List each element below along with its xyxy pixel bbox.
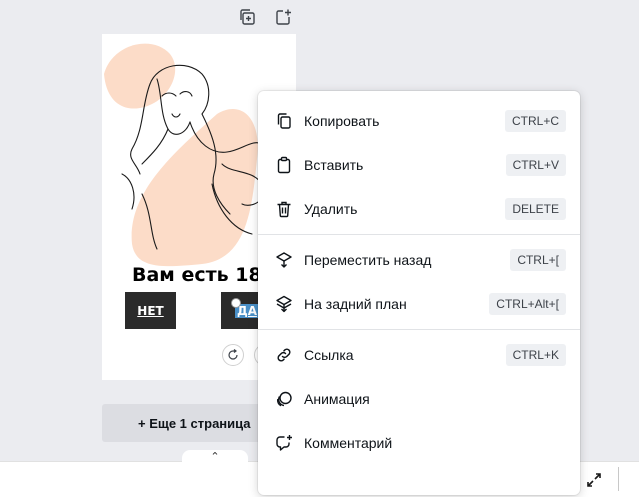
add-page-icon[interactable] — [272, 6, 294, 28]
menu-item-send-backward[interactable]: Переместить назад CTRL+[ — [258, 238, 580, 282]
shortcut-badge: CTRL+V — [505, 154, 566, 176]
shortcut-badge: CTRL+C — [504, 110, 566, 132]
menu-label: Переместить назад — [304, 252, 432, 268]
menu-item-copy[interactable]: Копировать CTRL+C — [258, 99, 580, 143]
menu-divider — [258, 234, 580, 235]
menu-label: Удалить — [304, 201, 358, 217]
paste-icon — [274, 155, 294, 175]
context-menu: Копировать CTRL+C Вставить CTRL+V Удалит… — [258, 91, 580, 495]
menu-item-send-to-back[interactable]: На задний план CTRL+Alt+[ — [258, 282, 580, 326]
menu-label: Ссылка — [304, 347, 354, 363]
divider — [618, 467, 619, 491]
menu-label: Вставить — [304, 157, 364, 173]
comment-icon — [274, 433, 294, 453]
menu-item-paste[interactable]: Вставить CTRL+V — [258, 143, 580, 187]
menu-item-animation[interactable]: Анимация — [258, 377, 580, 421]
chevron-up-icon: ⌃ — [210, 451, 220, 463]
shortcut-badge: CTRL+K — [505, 344, 566, 366]
menu-item-delete[interactable]: Удалить DELETE — [258, 187, 580, 231]
fullscreen-icon[interactable] — [584, 470, 604, 490]
shortcut-badge: CTRL+Alt+[ — [489, 293, 566, 315]
send-to-back-icon — [274, 294, 294, 314]
animation-icon — [274, 389, 294, 409]
trash-icon — [274, 199, 294, 219]
page-toolbar — [236, 6, 294, 28]
collapse-pages-tab[interactable]: ⌃ — [182, 450, 248, 464]
shortcut-badge: DELETE — [505, 198, 566, 220]
shortcut-badge: CTRL+[ — [510, 249, 566, 271]
menu-label: Анимация — [304, 391, 370, 407]
menu-divider — [258, 329, 580, 330]
rotate-icon[interactable] — [222, 344, 244, 366]
copy-icon — [274, 111, 294, 131]
menu-item-link[interactable]: Ссылка CTRL+K — [258, 333, 580, 377]
menu-label: Комментарий — [304, 435, 393, 451]
menu-label: На задний план — [304, 296, 407, 312]
design-heading[interactable]: Вам есть 18? — [132, 264, 273, 286]
menu-item-comment[interactable]: Комментарий — [258, 421, 580, 465]
design-no-button[interactable]: НЕТ — [125, 292, 176, 329]
duplicate-page-icon[interactable] — [236, 6, 258, 28]
no-label: НЕТ — [137, 303, 164, 318]
link-icon — [274, 345, 294, 365]
selection-handle[interactable] — [231, 298, 241, 308]
send-backward-icon — [274, 250, 294, 270]
menu-label: Копировать — [304, 113, 380, 129]
